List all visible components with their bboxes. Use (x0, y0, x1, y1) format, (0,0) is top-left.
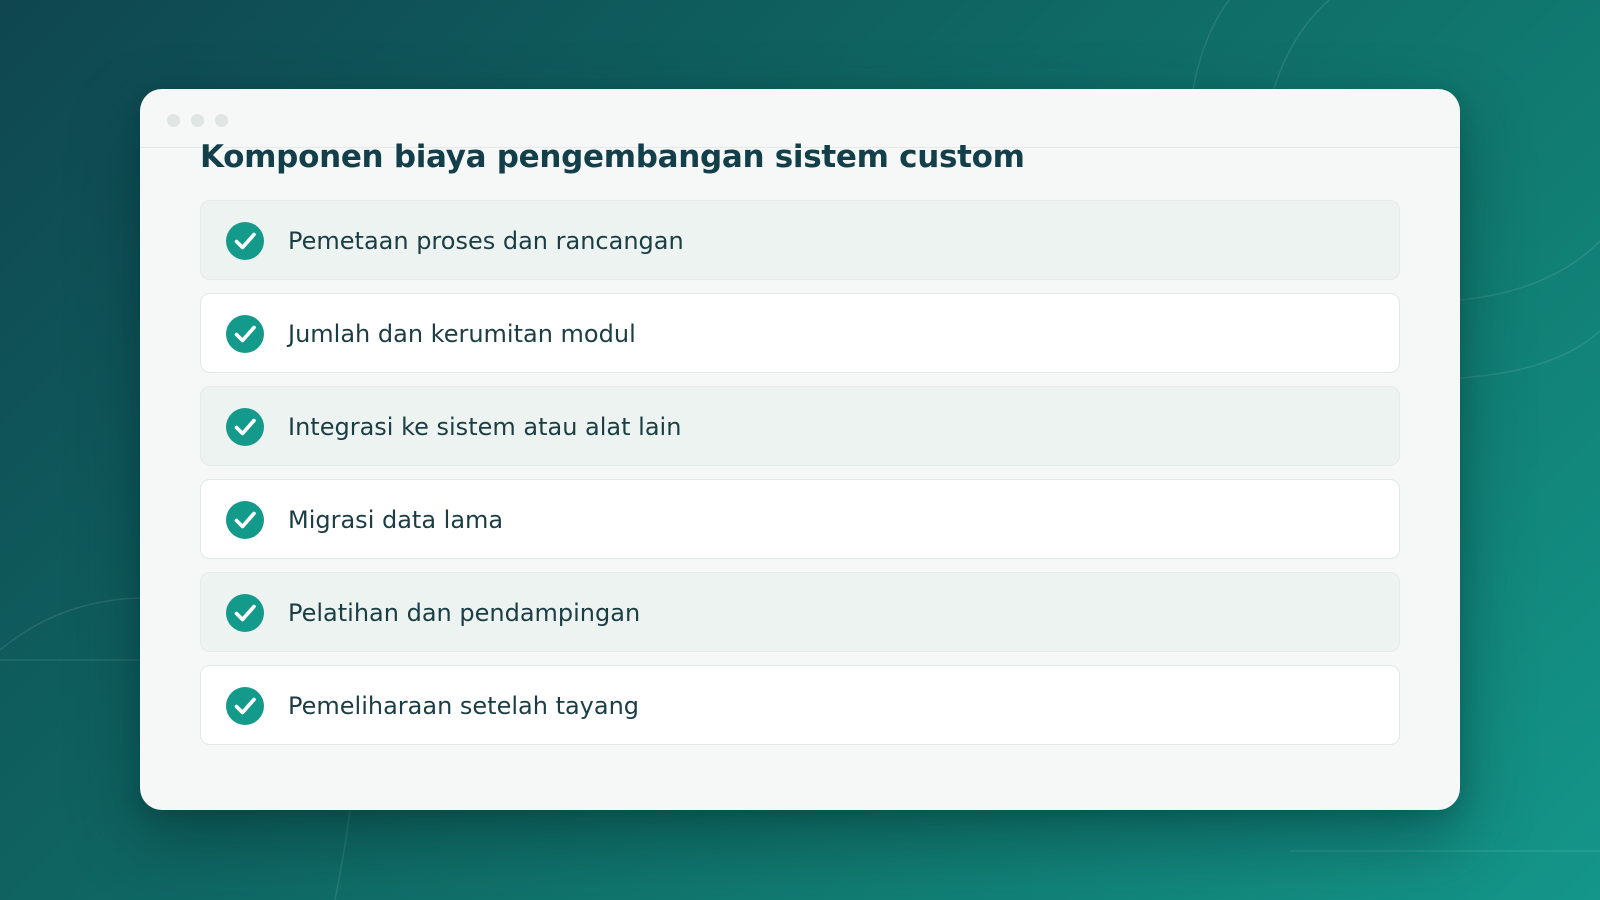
cost-component-list: Pemetaan proses dan rancangan Jumlah dan… (200, 200, 1400, 758)
list-item-label: Migrasi data lama (288, 506, 504, 534)
list-item: Pemetaan proses dan rancangan (200, 200, 1400, 280)
list-item-label: Pelatihan dan pendampingan (288, 599, 641, 627)
list-item-label: Integrasi ke sistem atau alat lain (288, 413, 682, 441)
list-item: Migrasi data lama (200, 479, 1400, 559)
window-dot-close[interactable] (167, 114, 180, 127)
list-item: Pemeliharaan setelah tayang (200, 665, 1400, 745)
check-circle-icon (226, 315, 264, 353)
check-circle-icon (226, 408, 264, 446)
list-item: Pelatihan dan pendampingan (200, 572, 1400, 652)
window-dot-minimize[interactable] (191, 114, 204, 127)
page-title: Komponen biaya pengembangan sistem custo… (200, 139, 1025, 175)
checklist-window: Komponen biaya pengembangan sistem custo… (140, 89, 1460, 810)
check-circle-icon (226, 594, 264, 632)
check-circle-icon (226, 222, 264, 260)
list-item: Jumlah dan kerumitan modul (200, 293, 1400, 373)
window-dot-maximize[interactable] (215, 114, 228, 127)
list-item-label: Pemeliharaan setelah tayang (288, 692, 640, 720)
check-circle-icon (226, 687, 264, 725)
list-item-label: Jumlah dan kerumitan modul (288, 320, 636, 348)
list-item-label: Pemetaan proses dan rancangan (288, 227, 684, 255)
check-circle-icon (226, 501, 264, 539)
list-item: Integrasi ke sistem atau alat lain (200, 386, 1400, 466)
